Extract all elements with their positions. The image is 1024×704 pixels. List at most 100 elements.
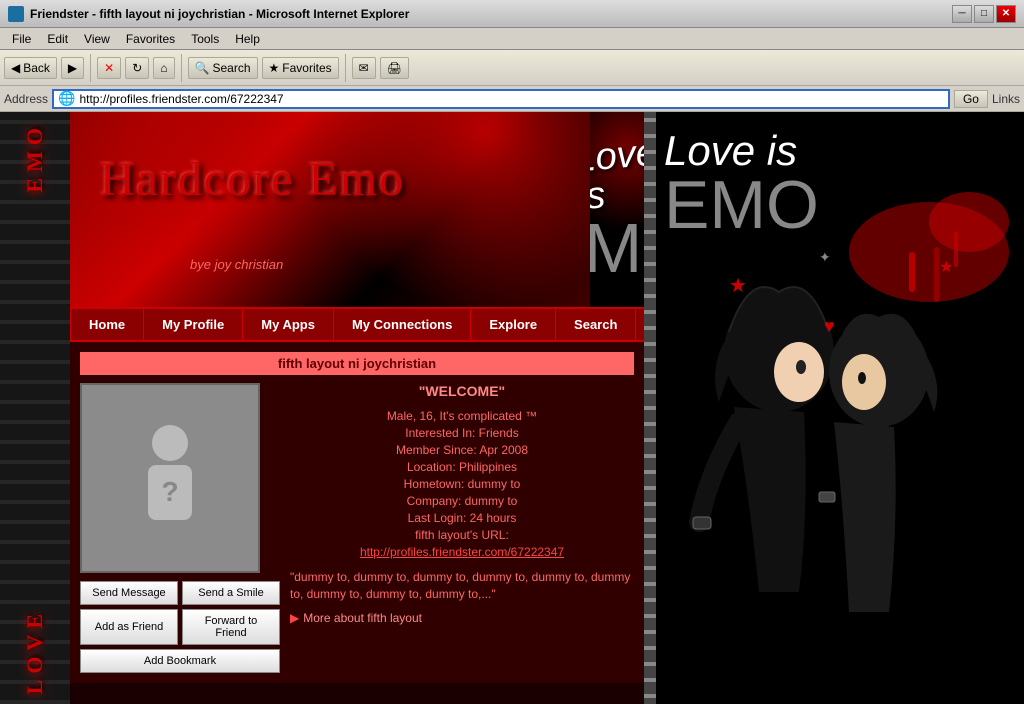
- profile-right: "WELCOME" Male, 16, It's complicated ™ I…: [290, 383, 634, 673]
- restore-button[interactable]: □: [974, 5, 994, 23]
- forward-icon: ▶: [68, 61, 77, 75]
- nav-my-profile[interactable]: My Profile: [144, 309, 243, 340]
- menu-bar: File Edit View Favorites Tools Help: [0, 28, 1024, 50]
- emo-art-svg: ★ ★ ✦ ♥: [649, 172, 1019, 704]
- sidebar-bottom-text: LOVE: [22, 608, 48, 694]
- search-button[interactable]: 🔍 Search: [188, 57, 258, 79]
- svg-text:?: ?: [161, 476, 178, 507]
- info-line-3: Location: Philippines: [290, 460, 634, 474]
- header-right: Love is EMO: [590, 112, 644, 307]
- info-line-2: Member Since: Apr 2008: [290, 443, 634, 457]
- menu-favorites[interactable]: Favorites: [118, 30, 183, 48]
- svg-text:★: ★: [729, 275, 747, 297]
- info-url[interactable]: http://profiles.friendster.com/67222347: [290, 545, 634, 559]
- mail-icon: ✉: [359, 61, 369, 75]
- refresh-icon: ↻: [132, 61, 142, 75]
- title-bar: Friendster - fifth layout ni joychristia…: [0, 0, 1024, 28]
- separator3: [345, 54, 346, 82]
- menu-edit[interactable]: Edit: [39, 30, 76, 48]
- nav-my-connections[interactable]: My Connections: [334, 309, 471, 340]
- mail-button[interactable]: ✉: [352, 57, 376, 79]
- emo-overlay-text: Love is EMO: [644, 112, 1024, 251]
- menu-file[interactable]: File: [4, 30, 39, 48]
- print-icon: 🖨: [387, 61, 402, 75]
- search-icon: 🔍: [195, 61, 210, 75]
- profile-section: fifth layout ni joychristian ?: [70, 342, 644, 683]
- profile-left: ? Send Message Send a Smile Add as Frien…: [80, 383, 280, 673]
- more-link-arrow: ▶: [290, 611, 299, 625]
- back-button[interactable]: ◀ Back: [4, 57, 57, 79]
- refresh-button[interactable]: ↻: [125, 57, 149, 79]
- action-buttons: Send Message Send a Smile Add as Friend …: [80, 581, 280, 673]
- profile-photo: ?: [80, 383, 260, 573]
- info-line-0: Male, 16, It's complicated ™: [290, 409, 634, 423]
- address-label: Address: [4, 92, 48, 106]
- nav-search[interactable]: Search: [556, 309, 636, 340]
- star-icon: ★: [269, 61, 280, 75]
- links-button[interactable]: Links: [992, 92, 1020, 106]
- welcome-text: "WELCOME": [290, 383, 634, 399]
- nav-home[interactable]: Home: [70, 309, 144, 340]
- menu-tools[interactable]: Tools: [183, 30, 227, 48]
- info-line-5: Company: dummy to: [290, 494, 634, 508]
- print-button[interactable]: 🖨: [380, 57, 409, 79]
- favorites-button[interactable]: ★ Favorites: [262, 57, 339, 79]
- add-bookmark-button[interactable]: Add Bookmark: [80, 649, 280, 673]
- more-link-text: More about fifth layout: [303, 611, 422, 625]
- profile-url-link[interactable]: http://profiles.friendster.com/67222347: [360, 545, 564, 559]
- address-bar: Address 🌐 Go Links: [0, 86, 1024, 112]
- forward-button[interactable]: ▶: [61, 57, 84, 79]
- nav-my-apps[interactable]: My Apps: [243, 309, 334, 340]
- about-text: "dummy to, dummy to, dummy to, dummy to,…: [290, 569, 634, 603]
- menu-view[interactable]: View: [76, 30, 118, 48]
- more-link[interactable]: ▶ More about fifth layout: [290, 611, 634, 625]
- send-smile-button[interactable]: Send a Smile: [182, 581, 280, 605]
- stop-button[interactable]: ✕: [97, 57, 121, 79]
- forward-friend-button[interactable]: Forward to Friend: [182, 609, 280, 645]
- header-title: Hardcore Emo: [100, 152, 405, 204]
- profile-name-bar: fifth layout ni joychristian: [80, 352, 634, 375]
- header-subtitle: bye joy christian: [190, 257, 283, 272]
- home-icon: ⌂: [160, 61, 167, 75]
- stop-icon: ✕: [104, 61, 114, 75]
- emo-overlay: EMO: [664, 175, 1004, 236]
- window-title: Friendster - fifth layout ni joychristia…: [30, 7, 952, 21]
- separator2: [181, 54, 182, 82]
- toolbar: ◀ Back ▶ ✕ ↻ ⌂ 🔍 Search ★ Favorites ✉ 🖨: [0, 50, 1024, 86]
- profile-photo-placeholder: ?: [130, 421, 210, 536]
- nav-explore[interactable]: Explore: [471, 309, 556, 340]
- info-line-1: Interested In: Friends: [290, 426, 634, 440]
- svg-text:★: ★: [939, 259, 953, 276]
- main-content: Hardcore Emo bye joy christian Love is E…: [70, 112, 644, 704]
- add-friend-button[interactable]: Add as Friend: [80, 609, 178, 645]
- home-button[interactable]: ⌂: [153, 57, 174, 79]
- menu-help[interactable]: Help: [227, 30, 268, 48]
- separator: [90, 54, 91, 82]
- info-line-6: Last Login: 24 hours: [290, 511, 634, 525]
- minimize-button[interactable]: ─: [952, 5, 972, 23]
- info-line-7: fifth layout's URL:: [290, 528, 634, 542]
- emo-image: ★ ★ ✦ ♥ Love is EMO: [644, 112, 1024, 704]
- go-button[interactable]: Go: [954, 90, 988, 108]
- nav-bar: Home My Profile My Apps My Connections E…: [70, 307, 644, 342]
- love-is-text: Love is: [590, 133, 644, 216]
- back-icon: ◀: [11, 61, 20, 75]
- send-message-button[interactable]: Send Message: [80, 581, 178, 605]
- left-sidebar: EMO LOVE: [0, 112, 70, 704]
- right-panel: ★ ★ ✦ ♥ Love is EMO: [644, 112, 1024, 704]
- browser-icon: [8, 6, 24, 22]
- page-content: EMO LOVE Hardcore Emo bye joy christian …: [0, 112, 1024, 704]
- header-left: Hardcore Emo bye joy christian: [70, 112, 590, 307]
- svg-text:♥: ♥: [824, 316, 835, 336]
- address-input[interactable]: [79, 92, 944, 106]
- profile-body: ? Send Message Send a Smile Add as Frien…: [80, 383, 634, 673]
- info-line-4: Hometown: dummy to: [290, 477, 634, 491]
- close-button[interactable]: ✕: [996, 5, 1016, 23]
- splatter-bg: [70, 112, 590, 307]
- header-banner: Hardcore Emo bye joy christian Love is E…: [70, 112, 644, 307]
- emo-big-text: EMO: [590, 213, 644, 283]
- window-controls: ─ □ ✕: [952, 5, 1016, 23]
- sidebar-top-text: EMO: [22, 122, 48, 193]
- svg-text:✦: ✦: [819, 249, 831, 265]
- address-field-wrap[interactable]: 🌐: [52, 89, 950, 109]
